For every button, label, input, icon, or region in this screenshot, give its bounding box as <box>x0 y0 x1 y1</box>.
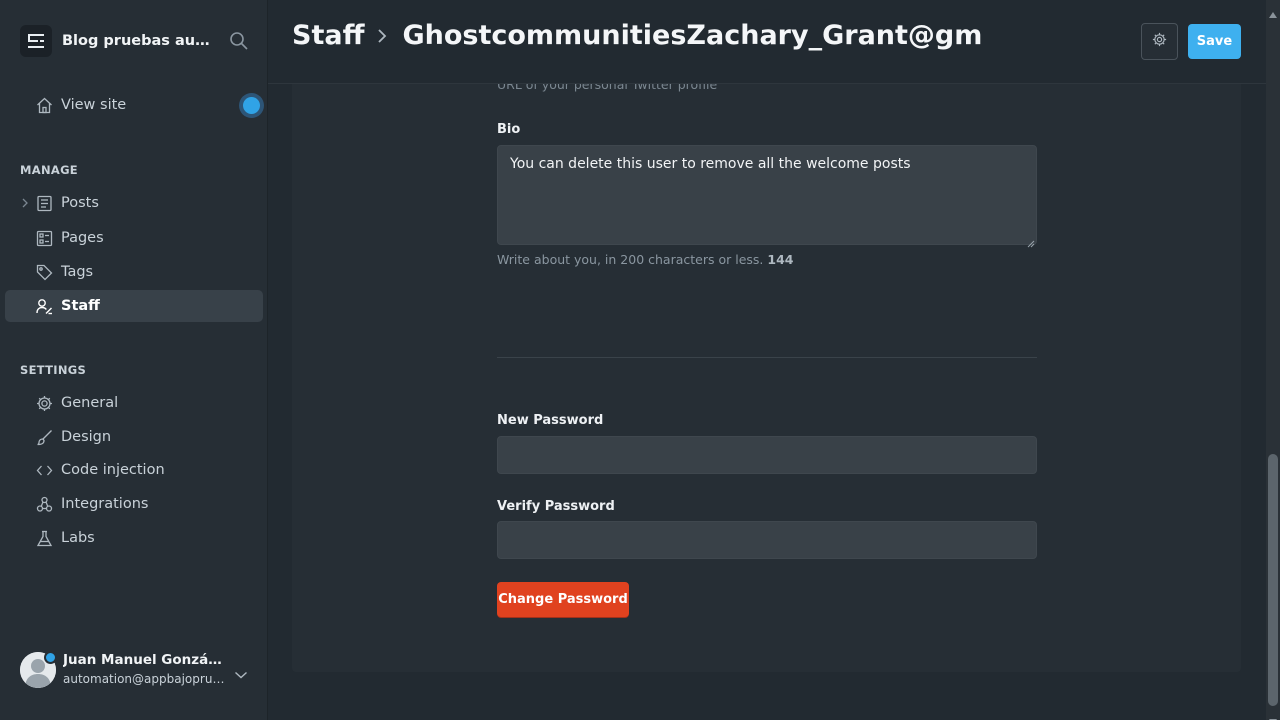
brand[interactable]: Blog pruebas automatizadas <box>20 25 212 57</box>
sidebar: Blog pruebas automatizadas View site MAN… <box>0 0 268 720</box>
gear-icon <box>1152 32 1167 51</box>
section-divider <box>497 357 1037 358</box>
nav-view-site[interactable]: View site <box>5 89 263 121</box>
integrations-icon <box>36 496 53 513</box>
nav-integrations-label: Integrations <box>61 496 149 512</box>
gear-icon <box>36 395 53 412</box>
scroll-up-icon[interactable] <box>1269 3 1277 18</box>
verify-password-label: Verify Password <box>497 499 615 514</box>
change-password-button[interactable]: Change Password <box>497 582 629 617</box>
pages-icon <box>36 230 53 247</box>
bio-textarea[interactable]: You can delete this user to remove all t… <box>497 145 1037 248</box>
breadcrumb: Staff GhostcommunitiesZachary_Grant@gm <box>292 20 982 51</box>
nav-code-injection[interactable]: Code injection <box>5 454 263 486</box>
brush-icon <box>36 429 53 446</box>
nav-design[interactable]: Design <box>5 421 263 453</box>
nav-integrations[interactable]: Integrations <box>5 488 263 520</box>
ghost-logo-icon <box>20 25 52 57</box>
nav-posts-label: Posts <box>61 195 99 211</box>
user-menu[interactable]: Juan Manuel González automation@appbajop… <box>20 650 260 692</box>
nav-design-label: Design <box>61 429 112 445</box>
nav-pages[interactable]: Pages <box>5 222 263 254</box>
page-title: GhostcommunitiesZachary_Grant@gm <box>402 20 983 51</box>
nav-view-site-label: View site <box>61 97 127 113</box>
bio-help-text: Write about you, in 200 characters or le… <box>497 252 793 267</box>
staff-icon <box>36 298 53 315</box>
page-header: Staff GhostcommunitiesZachary_Grant@gm S… <box>268 0 1266 84</box>
user-name: Juan Manuel González <box>63 652 225 668</box>
tag-icon <box>36 264 53 281</box>
nav-labs-label: Labs <box>61 530 95 546</box>
nav-posts[interactable]: Posts <box>5 187 263 219</box>
chevron-right-icon[interactable] <box>20 197 30 209</box>
notification-pulse[interactable] <box>239 93 264 118</box>
chevron-right-icon <box>376 27 388 45</box>
breadcrumb-staff-link[interactable]: Staff <box>292 20 364 51</box>
bio-char-count: 144 <box>767 252 794 267</box>
flask-icon <box>36 530 53 547</box>
scroll-down-icon[interactable] <box>1269 710 1277 720</box>
code-icon <box>36 462 53 479</box>
verify-password-input[interactable] <box>497 521 1037 559</box>
nav-staff[interactable]: Staff <box>5 290 263 322</box>
nav-general-label: General <box>61 395 119 411</box>
manage-section-label: MANAGE <box>20 163 78 177</box>
scrollbar-thumb[interactable] <box>1268 454 1278 706</box>
nav-tags-label: Tags <box>61 264 94 280</box>
bio-help-message: Write about you, in 200 characters or le… <box>497 252 764 267</box>
resize-handle-icon[interactable] <box>1027 235 1035 248</box>
search-icon[interactable] <box>229 31 249 51</box>
user-email: automation@appbajopruebas.com <box>63 672 225 686</box>
nav-labs[interactable]: Labs <box>5 522 263 554</box>
save-button[interactable]: Save <box>1188 24 1241 59</box>
site-title: Blog pruebas automatizadas <box>62 33 212 49</box>
nav-tags[interactable]: Tags <box>5 256 263 288</box>
nav-pages-label: Pages <box>61 230 104 246</box>
chevron-down-icon[interactable] <box>234 665 248 679</box>
bio-label: Bio <box>497 122 521 137</box>
new-password-input[interactable] <box>497 436 1037 474</box>
nav-staff-label: Staff <box>61 298 100 314</box>
nav-code-injection-label: Code injection <box>61 462 165 478</box>
home-icon <box>36 97 53 114</box>
new-password-label: New Password <box>497 413 604 428</box>
nav-general[interactable]: General <box>5 387 263 419</box>
bio-value: You can delete this user to remove all t… <box>510 156 911 172</box>
user-settings-button[interactable] <box>1141 23 1178 60</box>
status-indicator <box>44 651 57 664</box>
posts-icon <box>36 195 53 212</box>
settings-section-label: SETTINGS <box>20 363 87 377</box>
